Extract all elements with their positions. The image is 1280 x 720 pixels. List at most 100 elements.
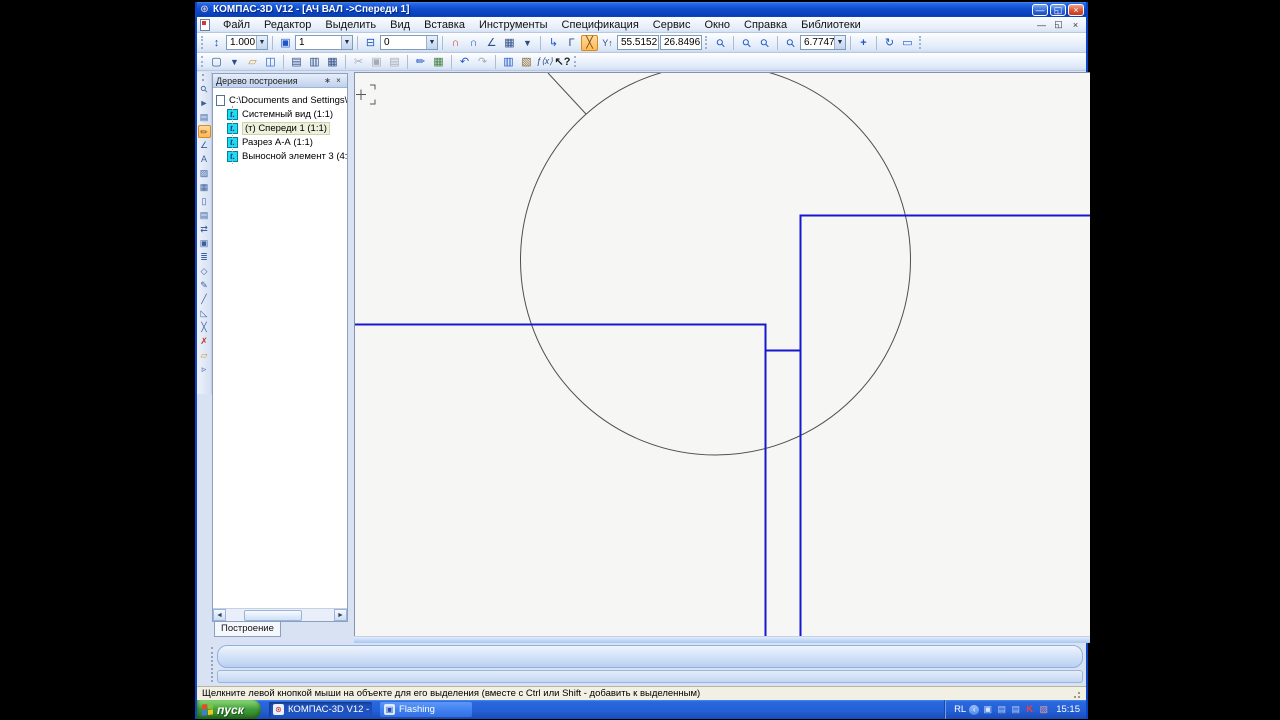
y-coordinate-field[interactable]: 26.8496	[660, 35, 702, 50]
round-coords-icon[interactable]: ╳	[581, 35, 598, 51]
chevron-down-icon[interactable]: ▼	[519, 35, 536, 51]
chevron-down-icon[interactable]: ▼	[834, 36, 845, 49]
drawing-svg[interactable]	[355, 73, 1090, 636]
context-help-icon[interactable]: ↖?	[554, 54, 571, 70]
active-edit-tool-icon[interactable]: ✏	[198, 125, 211, 138]
menu-file[interactable]: Файл	[216, 18, 257, 32]
menu-editor[interactable]: Редактор	[257, 18, 318, 32]
language-indicator[interactable]: RL	[954, 704, 966, 715]
tree-item-front-view[interactable]: t. (т) Спереди 1 (1:1)	[213, 121, 347, 135]
sheet-combobox[interactable]: 0 ▼	[380, 35, 438, 50]
chevron-down-icon[interactable]: ▼	[426, 36, 437, 49]
chevron-down-icon[interactable]: ▼	[226, 54, 243, 70]
layer-combobox[interactable]: 1 ▼	[295, 35, 353, 50]
print-setup-icon[interactable]: ▦	[324, 54, 341, 70]
local-axes-icon[interactable]: ↳	[545, 35, 562, 51]
fx-function-icon[interactable]: ƒ⟨x⟩	[536, 54, 553, 70]
menu-help[interactable]: Справка	[737, 18, 794, 32]
minimize-button[interactable]: —	[1032, 4, 1048, 16]
chevron-down-icon[interactable]: ▼	[256, 36, 267, 49]
display-tray-icon[interactable]: ▤	[1010, 704, 1021, 715]
scroll-left-icon[interactable]: ◄	[213, 609, 226, 621]
layer-icon[interactable]: ▣	[277, 35, 294, 51]
property-bar-handle[interactable]	[211, 647, 215, 682]
mirror-tool-icon[interactable]: ⇄	[198, 223, 211, 236]
new-document-icon[interactable]: ▢	[208, 54, 225, 70]
document-icon[interactable]	[200, 19, 210, 31]
palette-icon[interactable]: ▧	[518, 54, 535, 70]
sheet-icon[interactable]: ⊟	[362, 35, 379, 51]
pin-icon[interactable]: ∗	[322, 76, 333, 85]
shaft-outline-right[interactable]	[801, 216, 1091, 637]
print-preview-icon[interactable]: ▥	[306, 54, 323, 70]
menu-service[interactable]: Сервис	[646, 18, 698, 32]
chevron-down-icon[interactable]: ▼	[341, 36, 352, 49]
ortho-mode-icon[interactable]: Γ	[563, 35, 580, 51]
start-button[interactable]: пуск	[197, 700, 261, 719]
zoom-out-icon[interactable]: ⚲	[753, 31, 776, 54]
segments-tool-icon[interactable]: ≣	[198, 251, 211, 264]
toolbar-handle[interactable]	[574, 56, 578, 68]
restore-button[interactable]: ◱	[1050, 4, 1066, 16]
grid-tool-icon[interactable]: ▦	[198, 181, 211, 194]
print-tool-icon[interactable]: ▤	[198, 209, 211, 222]
security-tray-icon[interactable]: ▨	[1038, 704, 1049, 715]
toolbar-handle[interactable]	[201, 56, 205, 68]
menu-view[interactable]: Вид	[383, 18, 417, 32]
grid-icon[interactable]: ▦	[501, 35, 518, 51]
x-coordinate-field[interactable]: 55.5152	[617, 35, 659, 50]
mdi-close-button[interactable]: ×	[1069, 20, 1082, 30]
close-button[interactable]: ×	[1068, 4, 1084, 16]
hide-icons-chevron-icon[interactable]: ‹	[969, 705, 979, 715]
layers-tool-icon[interactable]: ▤	[198, 111, 211, 124]
menu-libraries[interactable]: Библиотеки	[794, 18, 868, 32]
triangle-tool-icon[interactable]: ◺	[198, 307, 211, 320]
flashing-tray-icon[interactable]: ▣	[982, 704, 993, 715]
message-field[interactable]	[217, 645, 1083, 668]
open-folder-icon[interactable]: ▱	[244, 54, 261, 70]
angle-tool-icon[interactable]: ∠	[198, 139, 211, 152]
tree-item-system-view[interactable]: t. Системный вид (1:1)	[213, 107, 347, 121]
shapes-tool-icon[interactable]: ◇	[198, 265, 211, 278]
redo-icon[interactable]: ↷	[474, 54, 491, 70]
menu-specification[interactable]: Спецификация	[555, 18, 646, 32]
document-tool-icon[interactable]: ▯	[198, 195, 211, 208]
detail-leader-line[interactable]	[548, 73, 586, 114]
properties-table-icon[interactable]: ▦	[430, 54, 447, 70]
tree-item-section-view[interactable]: t. Разрез А-А (1:1)	[213, 135, 347, 149]
tree-horizontal-scrollbar[interactable]: ◄ ►	[213, 608, 347, 621]
format-painter-icon[interactable]: ✏	[412, 54, 429, 70]
detail-boundary-circle[interactable]	[521, 73, 911, 455]
tree-item-detail-view[interactable]: t. Выносной элемент 3 (4:1)	[213, 149, 347, 163]
scale-combobox[interactable]: 1.000 ▼	[226, 35, 268, 50]
scrollbar-thumb[interactable]	[244, 610, 302, 621]
taskbar-task-flashing[interactable]: ▣ Flashing	[380, 702, 472, 717]
display-mode-icon[interactable]: ▭	[899, 35, 916, 51]
mdi-minimize-button[interactable]: —	[1035, 20, 1048, 30]
run-tool-icon[interactable]: ▹	[198, 363, 211, 376]
tree-root-item[interactable]: C:\Documents and Settings\студе	[213, 93, 347, 107]
paste-icon[interactable]: ▤	[386, 54, 403, 70]
snap-magnet-off-icon[interactable]: ∩	[465, 35, 482, 51]
toolbar-handle[interactable]	[919, 36, 923, 49]
menu-insert[interactable]: Вставка	[417, 18, 472, 32]
frame-tool-icon[interactable]: ▣	[198, 237, 211, 250]
save-icon[interactable]: ◫	[262, 54, 279, 70]
toolbar-handle[interactable]	[201, 36, 205, 49]
slash-tool-icon[interactable]: ╱	[198, 293, 211, 306]
menu-tools[interactable]: Инструменты	[472, 18, 555, 32]
taskbar-task-kompas[interactable]: ⊛ КОМПАС-3D V12 - [А...	[269, 702, 372, 717]
variables-icon[interactable]: ▥	[500, 54, 517, 70]
scale-icon[interactable]: ↕	[208, 35, 225, 51]
menu-window[interactable]: Окно	[697, 18, 737, 32]
snap-magnet-on-icon[interactable]: ∩	[447, 35, 464, 51]
options-field[interactable]	[217, 670, 1083, 683]
kaspersky-tray-icon[interactable]: K	[1024, 704, 1035, 715]
pan-icon[interactable]: +	[855, 35, 872, 51]
menu-select[interactable]: Выделить	[318, 18, 383, 32]
copy-icon[interactable]: ▣	[368, 54, 385, 70]
zoom-combobox[interactable]: 6.7747 ▼	[800, 35, 846, 50]
cross-tool-icon[interactable]: ╳	[198, 321, 211, 334]
resize-grip[interactable]	[1071, 689, 1081, 699]
scroll-right-icon[interactable]: ►	[334, 609, 347, 621]
